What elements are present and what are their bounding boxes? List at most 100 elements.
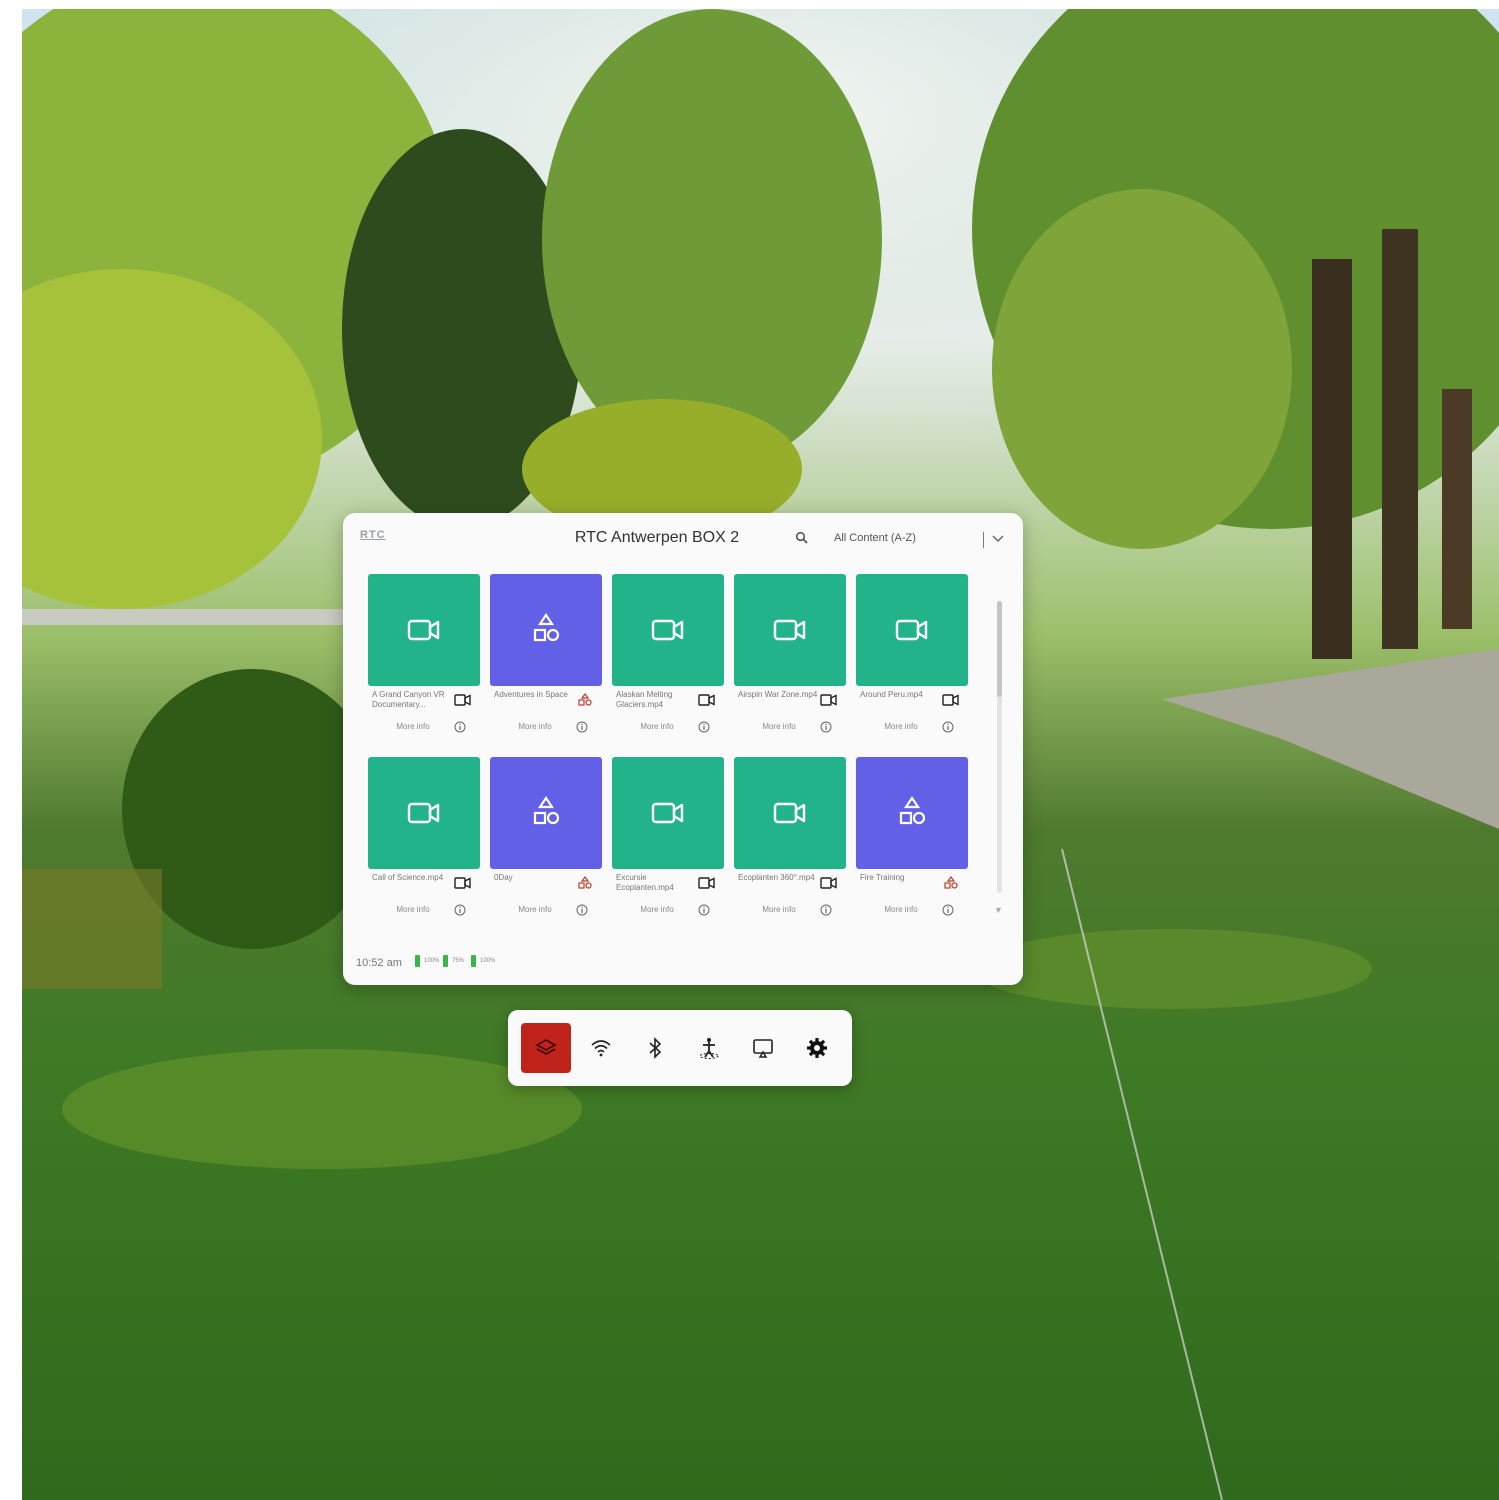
content-title: Call of Science.mp4 bbox=[372, 873, 444, 882]
info-icon bbox=[576, 904, 588, 916]
scrollbar[interactable] bbox=[997, 601, 1002, 893]
more-info-link[interactable]: More info bbox=[368, 722, 458, 731]
content-title: Alaskan Melting Glaciers.mp4 bbox=[616, 690, 673, 709]
content-thumbnail[interactable] bbox=[612, 757, 724, 869]
scroll-down-icon[interactable]: ▼ bbox=[994, 905, 1003, 915]
video-type-icon bbox=[454, 877, 471, 889]
info-button[interactable] bbox=[576, 903, 588, 916]
info-icon bbox=[942, 721, 954, 733]
video-type-badge bbox=[820, 693, 838, 707]
system-dock bbox=[508, 1010, 852, 1086]
content-card[interactable]: Airspin War Zone.mp4 More info bbox=[734, 574, 846, 744]
content-card[interactable]: 0Day More info bbox=[490, 757, 602, 927]
content-thumbnail[interactable] bbox=[734, 574, 846, 686]
shapes-icon bbox=[899, 796, 926, 825]
content-card[interactable]: Alaskan Melting Glaciers.mp4 More info bbox=[612, 574, 724, 744]
content-title: 0Day bbox=[494, 873, 513, 882]
content-card[interactable]: Adventures in Space More info bbox=[490, 574, 602, 744]
battery-indicator: 75% bbox=[443, 954, 464, 968]
content-thumbnail[interactable] bbox=[612, 574, 724, 686]
cast-button[interactable] bbox=[738, 1023, 788, 1073]
video-type-icon bbox=[698, 694, 715, 706]
cast-icon bbox=[753, 1039, 773, 1058]
info-icon bbox=[698, 721, 710, 733]
more-info-link[interactable]: More info bbox=[734, 905, 824, 914]
info-button[interactable] bbox=[942, 903, 954, 916]
bluetooth-button[interactable] bbox=[630, 1023, 680, 1073]
content-thumbnail[interactable] bbox=[490, 757, 602, 869]
settings-button[interactable] bbox=[792, 1023, 842, 1073]
info-button[interactable] bbox=[698, 903, 710, 916]
more-info-link[interactable]: More info bbox=[368, 905, 458, 914]
video-type-badge bbox=[454, 693, 472, 707]
content-library-panel: RTC RTC Antwerpen BOX 2 All Content (A-Z… bbox=[343, 513, 1023, 985]
more-info-link[interactable]: More info bbox=[490, 905, 580, 914]
info-button[interactable] bbox=[820, 903, 832, 916]
info-button[interactable] bbox=[576, 720, 588, 733]
info-button[interactable] bbox=[454, 720, 466, 733]
battery-level: 75% bbox=[452, 958, 465, 964]
content-title: Around Peru.mp4 bbox=[860, 690, 923, 699]
info-icon bbox=[820, 721, 832, 733]
video-type-badge bbox=[454, 876, 472, 890]
info-button[interactable] bbox=[698, 720, 710, 733]
video-camera-icon bbox=[895, 619, 928, 641]
info-icon bbox=[454, 904, 466, 916]
content-card[interactable]: Around Peru.mp4 More info bbox=[856, 574, 968, 744]
more-info-link[interactable]: More info bbox=[856, 722, 946, 731]
video-type-icon bbox=[820, 877, 837, 889]
content-thumbnail[interactable] bbox=[734, 757, 846, 869]
content-card[interactable]: Fire Training More info bbox=[856, 757, 968, 927]
video-type-badge bbox=[942, 693, 960, 707]
info-icon bbox=[820, 904, 832, 916]
video-camera-icon bbox=[773, 619, 806, 641]
content-card[interactable]: Ecoplanten 360°.mp4 More info bbox=[734, 757, 846, 927]
content-card[interactable]: Call of Science.mp4 More info bbox=[368, 757, 480, 927]
video-camera-icon bbox=[651, 802, 684, 824]
info-button[interactable] bbox=[820, 720, 832, 733]
content-thumbnail[interactable] bbox=[856, 574, 968, 686]
content-title: A Grand Canyon VR Documentary... bbox=[372, 690, 445, 709]
battery-indicator: 100% bbox=[471, 954, 495, 968]
video-type-icon bbox=[698, 877, 715, 889]
content-thumbnail[interactable] bbox=[856, 757, 968, 869]
video-type-icon bbox=[820, 694, 837, 706]
sort-dropdown-value[interactable]: All Content (A-Z) bbox=[834, 532, 916, 544]
info-icon bbox=[576, 721, 588, 733]
app-type-badge bbox=[942, 876, 960, 890]
scroll-thumb[interactable] bbox=[997, 601, 1002, 697]
boundary-icon bbox=[699, 1038, 719, 1059]
content-title: Fire Training bbox=[860, 873, 905, 882]
wifi-button[interactable] bbox=[576, 1023, 626, 1073]
content-thumbnail[interactable] bbox=[490, 574, 602, 686]
chevron-down-icon[interactable] bbox=[991, 533, 1005, 545]
content-card[interactable]: A Grand Canyon VR Documentary... More inf… bbox=[368, 574, 480, 744]
app-type-icon bbox=[578, 876, 592, 889]
boundary-button[interactable] bbox=[684, 1023, 734, 1073]
video-type-badge bbox=[820, 876, 838, 890]
more-info-link[interactable]: More info bbox=[612, 905, 702, 914]
app-type-icon bbox=[944, 876, 958, 889]
bluetooth-icon bbox=[649, 1037, 662, 1059]
info-button[interactable] bbox=[942, 720, 954, 733]
more-info-link[interactable]: More info bbox=[612, 722, 702, 731]
content-title: Ecoplanten 360°.mp4 bbox=[738, 873, 815, 882]
more-info-link[interactable]: More info bbox=[490, 722, 580, 731]
video-type-icon bbox=[942, 694, 959, 706]
battery-level: 100% bbox=[480, 958, 496, 964]
content-title: Adventures in Space bbox=[494, 690, 568, 699]
content-title: Airspin War Zone.mp4 bbox=[738, 690, 818, 699]
battery-indicator: 100% bbox=[415, 954, 439, 968]
content-thumbnail[interactable] bbox=[368, 757, 480, 869]
app-type-badge bbox=[576, 693, 594, 707]
app-type-badge bbox=[576, 876, 594, 890]
more-info-link[interactable]: More info bbox=[856, 905, 946, 914]
more-info-link[interactable]: More info bbox=[734, 722, 824, 731]
search-icon[interactable] bbox=[795, 531, 809, 545]
app-type-icon bbox=[578, 693, 592, 706]
content-card[interactable]: Excursie Ecoplanten.mp4 More info bbox=[612, 757, 724, 927]
content-thumbnail[interactable] bbox=[368, 574, 480, 686]
library-button[interactable] bbox=[521, 1023, 571, 1073]
settings-icon bbox=[807, 1038, 827, 1058]
info-button[interactable] bbox=[454, 903, 466, 916]
